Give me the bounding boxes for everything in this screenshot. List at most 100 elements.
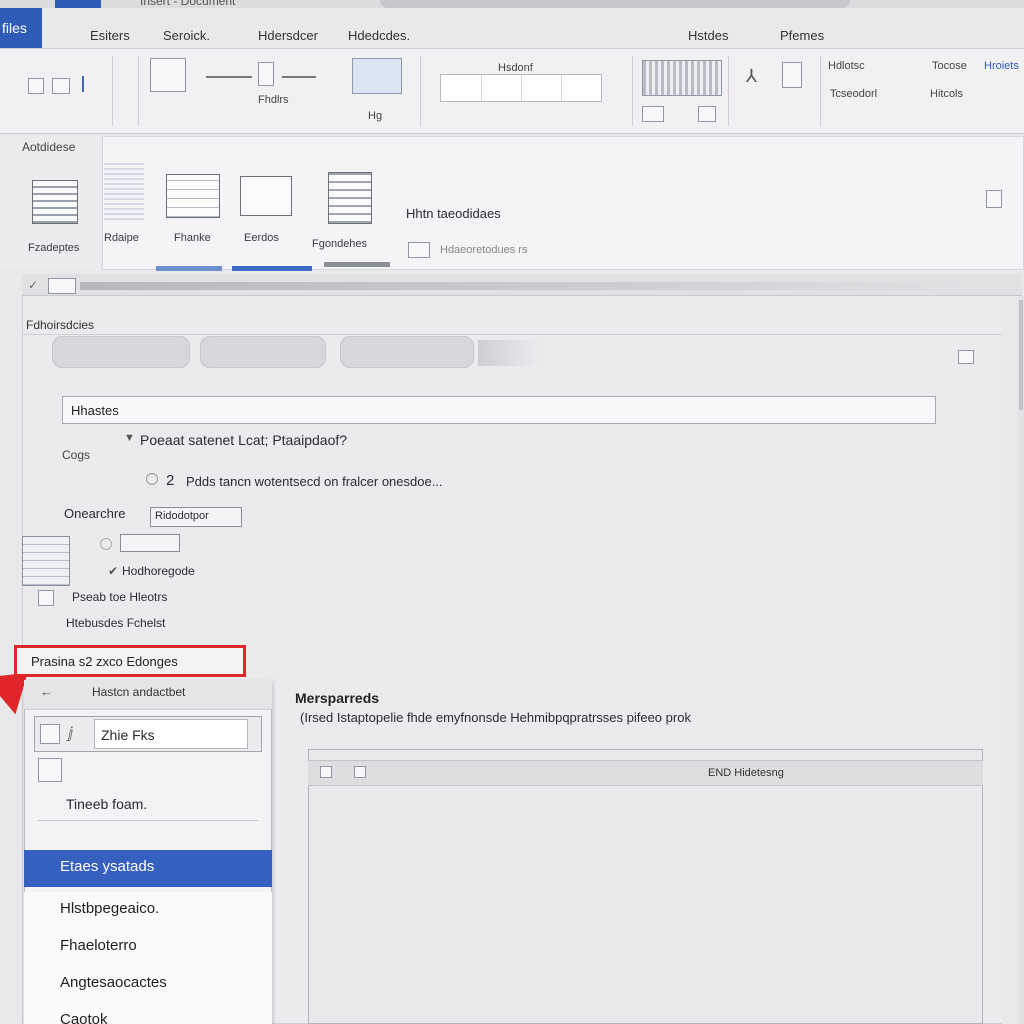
style-gallery-icon[interactable] <box>642 60 722 96</box>
view-icon[interactable] <box>48 278 76 294</box>
dropdown-item[interactable]: Fhaeloterro <box>24 929 272 966</box>
option-description: Pdds tancn wotentsecd on fralcer onesdoe… <box>186 474 443 489</box>
sub-item[interactable]: Hodhoregode <box>122 564 195 578</box>
scrollbar-thumb[interactable] <box>1019 300 1023 410</box>
replace-icon[interactable] <box>782 62 802 88</box>
pin-icon[interactable]: ⅉ <box>68 724 73 742</box>
dropdown-divider <box>38 820 258 821</box>
content-title: Mersparreds <box>295 690 380 706</box>
line-icon[interactable] <box>282 76 316 78</box>
file-icon[interactable] <box>40 724 60 744</box>
cursor-icon[interactable] <box>82 76 92 92</box>
field-divider <box>561 75 562 101</box>
search-input[interactable]: Hhastes <box>62 396 936 424</box>
line-icon[interactable] <box>206 76 252 78</box>
file-tab[interactable]: ﬁles <box>0 8 42 48</box>
sub-item[interactable]: Htebusdes Fchelst <box>66 616 165 630</box>
tab-6[interactable]: Pfemes <box>780 28 824 43</box>
dropdown-item[interactable]: Etaes ysatads <box>24 850 272 887</box>
ribbon-right-label[interactable]: Tcseodorl <box>830 88 877 100</box>
panel-subheading: Hdaeoretodues rs <box>440 244 528 256</box>
title-pill <box>380 0 850 8</box>
ribbon-separator <box>138 56 139 126</box>
table-header <box>308 760 983 786</box>
toolbar-button[interactable] <box>52 336 190 368</box>
find-icon[interactable]: ⅄ <box>746 66 757 87</box>
table-header-label: END Hidetesng <box>708 767 784 779</box>
tab-2[interactable]: Seroick. <box>163 28 210 43</box>
tab-5[interactable]: Hstdes <box>688 28 728 43</box>
collapse-icon[interactable] <box>958 350 974 364</box>
template-icon[interactable] <box>32 180 78 224</box>
dropdown-item[interactable]: Hlstbpegeaico. <box>24 892 272 929</box>
ribbon-right-label[interactable]: Hroiets <box>984 60 1019 72</box>
ribbon-separator <box>820 56 821 126</box>
content-description: (Irsed Istaptopelie fhde emyfnonsde Hehm… <box>300 710 691 725</box>
dropdown-item[interactable]: Angtesaocactes <box>24 966 272 1003</box>
radio-icon[interactable] <box>100 538 112 550</box>
panel-side-label: Aotdidese <box>22 140 76 154</box>
drawing-icon[interactable] <box>240 176 292 216</box>
tab-1[interactable]: Esiters <box>90 28 130 43</box>
chart-icon[interactable] <box>352 58 402 94</box>
ribbon-separator <box>728 56 729 126</box>
thumbnail-icon[interactable] <box>22 536 70 586</box>
expand-icon[interactable] <box>986 190 1002 208</box>
orientation-label: Onearchre <box>64 506 126 521</box>
toolbar-button[interactable] <box>200 336 326 368</box>
side-caption: Cogs <box>62 448 91 462</box>
quick-access-accent <box>55 0 101 8</box>
chevron-down-icon[interactable]: ▼ <box>124 432 135 444</box>
tab-4[interactable]: Hdedcdes. <box>348 28 410 43</box>
format-icon[interactable] <box>52 78 70 94</box>
toolbar-fade <box>478 340 538 366</box>
dropdown-note: Tineeb foam. <box>66 796 148 812</box>
ribbon-right-label[interactable]: Hitcols <box>930 88 963 100</box>
option-icon[interactable] <box>408 242 430 258</box>
ribbon-right-label[interactable]: Tocose <box>932 60 967 72</box>
gallery-more-icon[interactable] <box>642 106 664 122</box>
table-option-icon[interactable] <box>354 766 366 778</box>
ribbon-separator <box>632 56 633 126</box>
sub-item[interactable]: Pseab toe Hleotrs <box>72 590 167 604</box>
radio-icon[interactable] <box>146 473 158 485</box>
highlighted-option[interactable]: Prasina s2 zxco Edonges <box>14 645 246 677</box>
small-field[interactable] <box>120 534 180 552</box>
ribbon-group-label: Fhdlrs <box>258 94 289 106</box>
shape-icon[interactable] <box>258 62 274 86</box>
grid-icon[interactable] <box>166 174 220 218</box>
option-label[interactable]: Poeaat satenet Lcat; Ptaaipdaof? <box>140 432 347 448</box>
document-ruler <box>22 274 1022 296</box>
dropdown-title: Hastcn andactbet <box>92 685 186 699</box>
dropdown-item[interactable]: Caotok <box>24 1003 272 1024</box>
orientation-select[interactable]: Ridodotpor <box>150 507 242 527</box>
checkmark-icon: ✓ <box>28 278 39 292</box>
ribbon-group-label: Hg <box>368 110 383 122</box>
tab-3[interactable]: Hdersdcer <box>258 28 318 43</box>
ribbon-right-label[interactable]: Hdlotsc <box>828 60 865 72</box>
check-icon[interactable]: ✔ <box>108 564 118 578</box>
dropdown-input[interactable]: Zhie Fks <box>94 719 248 749</box>
progress-bar <box>156 266 222 271</box>
field-divider <box>481 75 482 101</box>
gallery-label: Fhanke <box>174 232 211 244</box>
panel-heading: Hhtn taeodidaes <box>406 206 501 221</box>
form-icon[interactable] <box>328 172 372 224</box>
table-icon[interactable] <box>320 766 332 778</box>
preview-icon[interactable] <box>104 160 144 220</box>
gallery-scroll-icon[interactable] <box>698 106 716 122</box>
number-badge: 2 <box>166 472 175 489</box>
ribbon-input[interactable] <box>440 74 602 102</box>
toolbar-button[interactable] <box>340 336 474 368</box>
section-label: Fdhoirsdcies <box>26 318 95 332</box>
gallery-label: Fzadeptes <box>28 242 80 254</box>
gallery-label: Rdaipe <box>104 232 139 244</box>
clipboard-icon[interactable] <box>38 758 62 782</box>
ribbon-separator <box>420 56 421 126</box>
table-icon[interactable] <box>150 58 186 92</box>
paste-icon[interactable] <box>28 78 44 94</box>
ruler-track <box>80 282 960 290</box>
document-title: Insert - Document <box>140 0 236 8</box>
item-icon[interactable] <box>38 590 54 606</box>
back-arrow-icon[interactable]: ← <box>40 684 53 699</box>
